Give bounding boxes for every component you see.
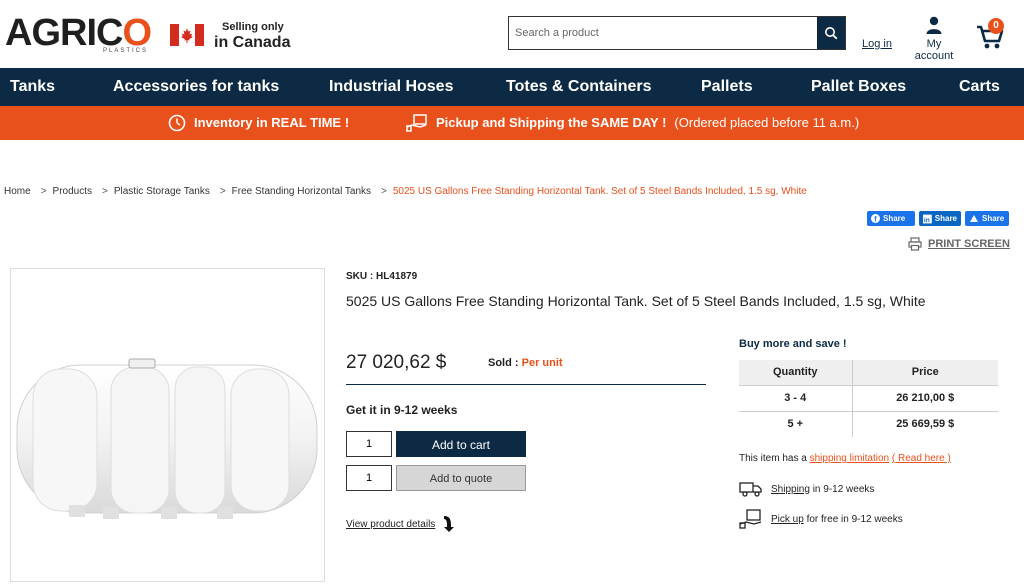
pickup-link[interactable]: Pick up xyxy=(771,514,804,525)
svg-text:in: in xyxy=(924,217,930,224)
nav-item-totes[interactable]: Totes & Containers xyxy=(506,68,652,106)
nav-item-pallet-boxes[interactable]: Pallet Boxes xyxy=(811,68,906,106)
user-icon xyxy=(926,16,942,34)
agrico-logo[interactable]: AGRICO PLASTICS xyxy=(5,14,152,56)
product-price: 27 020,62 $ xyxy=(346,352,447,373)
quote-quantity-input[interactable] xyxy=(346,465,392,491)
arrow-down-icon xyxy=(444,516,455,532)
search-input[interactable] xyxy=(509,17,817,49)
facebook-share-button[interactable]: f Share xyxy=(867,211,915,226)
shipping-link[interactable]: Shipping xyxy=(771,484,810,495)
pickup-box-icon xyxy=(739,509,762,529)
tier-quantity: 3 - 4 xyxy=(739,384,853,411)
search-button[interactable] xyxy=(817,17,845,49)
product-image[interactable] xyxy=(10,268,325,582)
breadcrumb-current: 5025 US Gallons Free Standing Horizontal… xyxy=(392,186,807,197)
search-icon xyxy=(825,27,838,40)
promo-bar: Inventory in REAL TIME ! Pickup and Ship… xyxy=(0,106,1024,140)
breadcrumb: Home > Products > Plastic Storage Tanks > Free… xyxy=(4,186,807,197)
canada-flag-icon xyxy=(170,24,204,46)
breadcrumb-products[interactable]: Products xyxy=(53,186,92,197)
add-to-quote-button[interactable]: Add to quote xyxy=(396,465,526,491)
delivery-box-icon xyxy=(406,114,427,132)
my-account-link[interactable]: My account xyxy=(906,16,962,62)
printer-icon xyxy=(908,237,922,251)
linkedin-share-button[interactable]: in Share xyxy=(919,211,961,226)
site-header: AGRICO PLASTICS Selling only in Canada L… xyxy=(0,0,1024,68)
truck-icon xyxy=(739,482,762,497)
pickup-promo: Pickup and Shipping the SAME DAY ! (Orde… xyxy=(406,106,859,140)
main-nav: Tanks Accessories for tanks Industrial H… xyxy=(0,68,1024,106)
shipping-option: Shipping in 9-12 weeks xyxy=(739,481,874,497)
inventory-promo: Inventory in REAL TIME ! xyxy=(168,106,349,140)
horizontal-tank-image xyxy=(16,358,318,519)
share-icon xyxy=(970,215,978,222)
other-share-button[interactable]: Share xyxy=(965,211,1009,226)
view-details-link[interactable]: View product details xyxy=(346,515,455,533)
cart-count-badge: 0 xyxy=(988,18,1004,34)
breadcrumb-home[interactable]: Home xyxy=(4,186,31,197)
tier-quantity: 5 + xyxy=(739,410,853,437)
print-screen-link[interactable]: PRINT SCREEN xyxy=(908,237,1010,251)
shipping-limitation-link[interactable]: shipping limitation xyxy=(810,453,890,464)
search-bar xyxy=(508,16,846,50)
login-link[interactable]: Log in xyxy=(862,38,892,50)
nav-item-accessories[interactable]: Accessories for tanks xyxy=(113,68,279,106)
shipping-limitation: This item has a shipping limitation ( Re… xyxy=(739,453,951,464)
read-here-link[interactable]: ( Read here ) xyxy=(892,453,951,464)
nav-item-pallets[interactable]: Pallets xyxy=(701,68,753,106)
pickup-option: Pick up for free in 9-12 weeks xyxy=(739,509,903,529)
breadcrumb-horizontal-tanks[interactable]: Free Standing Horizontal Tanks xyxy=(232,186,371,197)
table-row: 5 + 25 669,59 $ xyxy=(739,410,998,437)
facebook-icon: f xyxy=(871,214,880,223)
nav-item-hoses[interactable]: Industrial Hoses xyxy=(329,68,453,106)
cart-quantity-input[interactable] xyxy=(346,431,392,457)
selling-in-canada: Selling only in Canada xyxy=(214,21,291,51)
column-header-price: Price xyxy=(852,360,998,385)
volume-price-table: Quantity Price 3 - 4 26 210,00 $ 5 + 25 … xyxy=(739,360,998,437)
product-title: 5025 US Gallons Free Standing Horizontal… xyxy=(346,293,926,309)
tier-price: 25 669,59 $ xyxy=(852,410,998,437)
linkedin-icon: in xyxy=(923,214,932,224)
divider xyxy=(346,384,706,385)
table-row: 3 - 4 26 210,00 $ xyxy=(739,384,998,411)
clock-icon xyxy=(168,114,186,132)
buy-more-title: Buy more and save ! xyxy=(739,338,847,350)
column-header-quantity: Quantity xyxy=(739,360,853,385)
sold-unit: Sold : Per unit xyxy=(488,357,563,369)
breadcrumb-plastic-tanks[interactable]: Plastic Storage Tanks xyxy=(114,186,210,197)
nav-item-tanks[interactable]: Tanks xyxy=(10,68,55,106)
add-to-cart-button[interactable]: Add to cart xyxy=(396,431,526,457)
nav-item-carts[interactable]: Carts xyxy=(959,68,1000,106)
delivery-estimate: Get it in 9-12 weeks xyxy=(346,403,458,417)
logo-subtext: PLASTICS xyxy=(103,48,149,54)
tier-price: 26 210,00 $ xyxy=(852,384,998,411)
product-sku: SKU : HL41879 xyxy=(346,271,418,282)
